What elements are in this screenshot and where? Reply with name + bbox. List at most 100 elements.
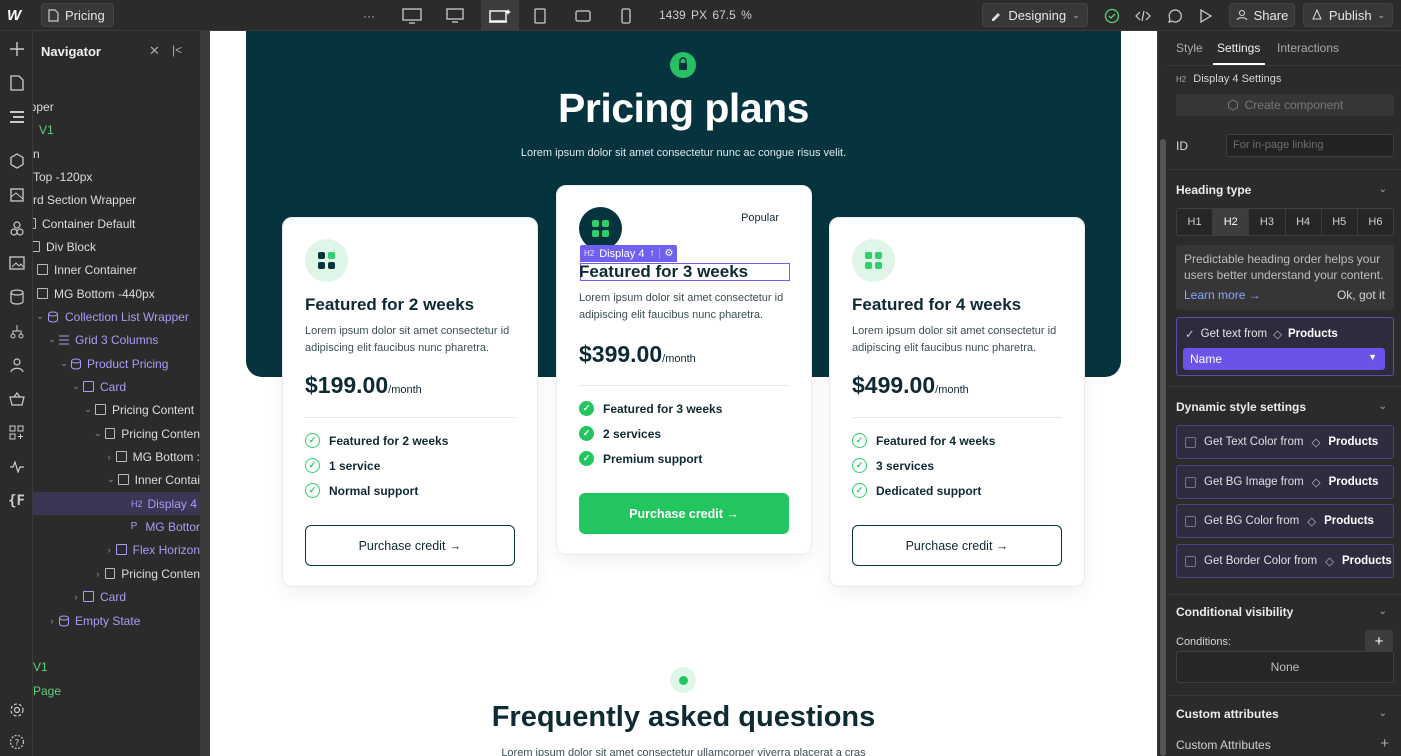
create-component-button[interactable]: Create component	[1176, 94, 1394, 116]
nav-item[interactable]: › Pricing Conten	[33, 562, 200, 585]
variables-icon[interactable]	[6, 218, 27, 239]
card-price[interactable]: $499.00/month	[852, 372, 969, 399]
card-description[interactable]: Lorem ipsum dolor sit amet consectetur i…	[305, 323, 519, 357]
selected-element-tag[interactable]: H2 Display 4 ↑ ⚙	[580, 245, 678, 262]
dynamic-style-title[interactable]: Dynamic style settings	[1176, 400, 1306, 414]
card-title[interactable]: Featured for 4 weeks	[852, 295, 1021, 315]
chevron-down-icon[interactable]: ⌄	[1379, 401, 1387, 412]
add-attribute-icon[interactable]: +	[1380, 735, 1389, 752]
mobile-landscape-icon[interactable]	[568, 0, 598, 31]
nav-item[interactable]: ⌄ Card	[33, 375, 200, 398]
desktop-base-icon[interactable]	[481, 0, 519, 31]
mobile-portrait-icon[interactable]	[611, 0, 641, 31]
desktop-large-icon[interactable]	[397, 0, 427, 31]
purchase-credit-button[interactable]: Purchase credit →	[579, 493, 789, 534]
more-options-icon[interactable]: ···	[354, 0, 384, 31]
mode-dropdown[interactable]: Designing ⌄	[982, 3, 1088, 27]
scrollbar-thumb[interactable]	[1160, 139, 1166, 756]
desktop-icon[interactable]	[440, 0, 470, 31]
nav-item[interactable]: ⌄ Product Pricing	[33, 352, 200, 375]
add-icon[interactable]	[6, 38, 27, 59]
pricing-card-popular[interactable]: Popular H2 Display 4 ↑ ⚙ Featured for 3 …	[556, 185, 812, 555]
logic-icon[interactable]	[6, 320, 27, 341]
ecommerce-icon[interactable]	[6, 388, 27, 409]
navigator-icon[interactable]	[6, 106, 27, 127]
comment-icon[interactable]	[1160, 0, 1190, 31]
pricing-card[interactable]: Featured for 2 weeks Lorem ipsum dolor s…	[282, 217, 538, 587]
pricing-card[interactable]: Featured for 4 weeks Lorem ipsum dolor s…	[829, 217, 1085, 587]
settings-gear-icon[interactable]	[6, 699, 27, 720]
pages-icon[interactable]	[6, 72, 27, 93]
card-title[interactable]: Featured for 2 weeks	[305, 295, 474, 315]
learn-more-link[interactable]: Learn more →	[1184, 287, 1261, 303]
nav-item[interactable]: P MG Bottor	[33, 515, 200, 538]
help-icon[interactable]: ?	[6, 731, 27, 752]
dynamic-bg-color-row[interactable]: Get BG Color from ◇ Products	[1176, 504, 1394, 538]
nav-item[interactable]: MG Bottom -440px	[33, 282, 200, 305]
card-description[interactable]: Lorem ipsum dolor sit amet consectetur i…	[852, 323, 1066, 357]
gear-icon[interactable]: ⚙	[659, 248, 673, 259]
faq-subtitle[interactable]: Lorem ipsum dolor sit amet consectetur u…	[210, 747, 1157, 756]
preview-play-icon[interactable]	[1191, 0, 1221, 31]
nav-item-selected[interactable]: H2 Display 4	[33, 492, 200, 515]
tablet-icon[interactable]	[525, 0, 555, 31]
nav-item[interactable]: ⌄ Inner Contai	[33, 468, 200, 491]
finsweet-icon[interactable]: {F	[6, 490, 27, 511]
code-icon[interactable]	[1128, 0, 1158, 31]
tab-settings[interactable]: Settings	[1217, 41, 1260, 55]
faq-title[interactable]: Frequently asked questions	[210, 701, 1157, 734]
field-dropdown[interactable]: Name ▼	[1183, 348, 1385, 370]
assets-icon[interactable]	[6, 252, 27, 273]
tab-interactions[interactable]: Interactions	[1277, 41, 1339, 55]
heading-h3-option[interactable]: H3	[1249, 209, 1286, 235]
heading-h6-option[interactable]: H6	[1358, 209, 1393, 235]
nav-item[interactable]: Div Block	[33, 235, 200, 258]
apps-icon[interactable]	[6, 422, 27, 443]
collapse-panel-icon[interactable]: |<	[172, 43, 182, 57]
checkbox[interactable]	[1185, 515, 1196, 527]
publish-button[interactable]: Publish ⌄	[1303, 3, 1393, 27]
nav-item[interactable]: › Card	[33, 585, 200, 608]
heading-type-title[interactable]: Heading type	[1176, 183, 1251, 197]
nav-item[interactable]: Inner Container	[33, 258, 200, 281]
tab-style[interactable]: Style	[1176, 41, 1203, 55]
card-price[interactable]: $399.00/month	[579, 341, 696, 368]
canvas-scrollbar[interactable]	[1157, 31, 1167, 756]
nav-item[interactable]: ⌄ Collection List Wrapper	[33, 305, 200, 328]
chevron-down-icon[interactable]: ⌄	[1379, 606, 1387, 617]
conditional-visibility-title[interactable]: Conditional visibility	[1176, 605, 1293, 619]
page-selector[interactable]: Pricing	[41, 3, 114, 27]
chevron-down-icon[interactable]: ⌄	[1379, 708, 1387, 719]
pricing-title[interactable]: Pricing plans	[210, 85, 1157, 132]
dynamic-text-color-row[interactable]: Get Text Color from ◇ Products	[1176, 425, 1394, 459]
heading-h5-option[interactable]: H5	[1322, 209, 1358, 235]
dynamic-bg-image-row[interactable]: Get BG Image from ◇ Products	[1176, 465, 1394, 499]
checkbox[interactable]	[1185, 476, 1196, 488]
heading-h4-option[interactable]: H4	[1286, 209, 1322, 235]
card-title[interactable]: Featured for 3 weeks	[579, 262, 748, 282]
nav-item[interactable]: Container Default	[33, 212, 200, 235]
users-icon[interactable]	[6, 354, 27, 375]
share-button[interactable]: Share	[1229, 3, 1295, 27]
add-condition-button[interactable]: +	[1365, 630, 1393, 652]
nav-item[interactable]: Top -120px	[33, 165, 200, 188]
ok-got-it-button[interactable]: Ok, got it	[1337, 287, 1385, 303]
checkbox[interactable]	[1185, 436, 1196, 448]
conditions-value[interactable]: None	[1176, 651, 1394, 683]
nav-item[interactable]: V1	[33, 118, 200, 141]
chevron-down-icon[interactable]: ⌄	[1379, 184, 1387, 195]
navigator-scrollbar[interactable]	[200, 31, 210, 756]
nav-item[interactable]: V1	[33, 655, 200, 678]
cms-icon[interactable]	[6, 286, 27, 307]
nav-item[interactable]: ⌄ Pricing Conten	[33, 422, 200, 445]
nav-item[interactable]: › Empty State	[33, 609, 200, 632]
heading-h2-option[interactable]: H2	[1213, 209, 1250, 235]
webflow-logo[interactable]: W	[7, 7, 21, 24]
pricing-subtitle[interactable]: Lorem ipsum dolor sit amet consectetur n…	[210, 147, 1157, 159]
card-description[interactable]: Lorem ipsum dolor sit amet consectetur i…	[579, 290, 793, 324]
checkbox[interactable]	[1185, 555, 1196, 567]
nav-item[interactable]: ⌄ Grid 3 Columns	[33, 328, 200, 351]
nav-item[interactable]: ⌄ Pricing Content	[33, 398, 200, 421]
nav-item[interactable]: › Flex Horizon	[33, 538, 200, 561]
arrow-up-icon[interactable]: ↑	[649, 248, 654, 259]
